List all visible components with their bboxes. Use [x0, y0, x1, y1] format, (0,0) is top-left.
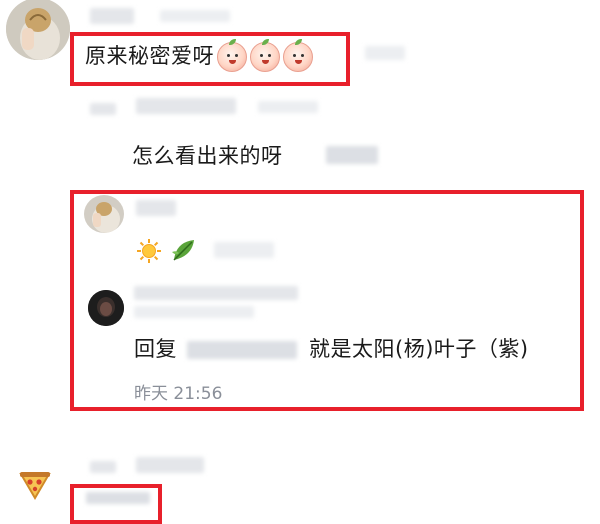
- avatar-image: [6, 0, 70, 60]
- meta-blurred: [365, 46, 405, 60]
- reply-user-blurred: [136, 98, 236, 114]
- peach-emoji: [283, 39, 313, 72]
- sun-emoji: [137, 239, 161, 263]
- text-blurred: [326, 146, 378, 164]
- timestamp: 昨天 21:56: [134, 384, 223, 404]
- avatar-image: [84, 195, 124, 233]
- reply-meta-blurred: [258, 101, 318, 113]
- text-blurred: [214, 242, 274, 258]
- reply-target-blurred: [187, 341, 297, 359]
- username-blurred: [90, 461, 116, 473]
- avatar[interactable]: [6, 0, 70, 60]
- avatar[interactable]: [84, 195, 124, 233]
- meta-blurred: [134, 306, 254, 318]
- username-blurred: [160, 10, 230, 22]
- avatar[interactable]: [88, 290, 124, 326]
- username-blurred: [136, 200, 176, 216]
- highlight-box-replies: [70, 190, 584, 411]
- peach-emoji: [250, 39, 280, 72]
- pizza-emoji: [19, 472, 51, 500]
- comment-body: 原来秘密爱呀: [85, 44, 214, 68]
- leaf-emoji: [172, 240, 194, 261]
- reply-body: 就是太阳(杨)叶子（紫): [309, 337, 529, 361]
- reply-prefix: 回复: [134, 337, 177, 361]
- peach-emoji: [217, 39, 247, 72]
- highlight-box-partial: [70, 484, 162, 524]
- username-blurred: [90, 8, 134, 24]
- comment-text[interactable]: 怎么看出来的呀: [132, 140, 283, 170]
- reply-user-blurred: [90, 103, 116, 115]
- username-blurred: [136, 457, 204, 473]
- text-blurred: [86, 492, 150, 504]
- username-blurred: [134, 286, 298, 300]
- avatar-image: [88, 290, 124, 326]
- reply-text[interactable]: 回复 就是太阳(杨)叶子（紫): [134, 333, 529, 363]
- comment-text[interactable]: 原来秘密爱呀: [85, 39, 313, 72]
